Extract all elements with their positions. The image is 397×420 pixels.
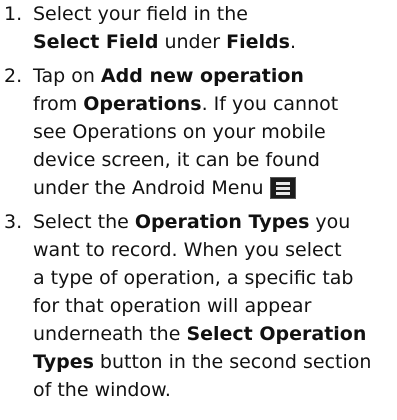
step-3-line-5: underneath the Select Operation (33, 320, 378, 348)
trailing-text: you (309, 211, 351, 233)
select-field-term: Select Field (33, 31, 159, 53)
step-3-line-7: of the window. (33, 379, 171, 401)
step-1-line-1: Select your field in the (33, 3, 248, 25)
step-3: 3. Select the Operation Types you want t… (0, 208, 378, 404)
fields-term: Fields (226, 31, 290, 53)
step-2-line-5: under the Android Menu (33, 174, 378, 202)
lead-text: underneath the (33, 323, 187, 345)
step-3-line-3: a type of operation, a specific tab (33, 267, 354, 289)
step-2-line-4: device screen, it can be found (33, 149, 320, 171)
punctuation: . (289, 31, 297, 53)
operation-types-term: Operation Types (134, 211, 310, 233)
step-number: 2. (4, 65, 23, 87)
lead-text: Select the (33, 211, 135, 233)
step-2-line-2: from Operations. If you cannot (33, 90, 378, 118)
step-2-line-1: Tap on Add new operation (33, 62, 378, 90)
step-1: 1. Select your field in the Select Field… (0, 0, 378, 56)
step-3-line-4: for that operation will appear (33, 295, 312, 317)
lead-text: under the Android Menu (33, 177, 264, 199)
select-operation-term: Select Operation (186, 323, 367, 345)
connector-text: under (158, 31, 227, 53)
trailing-text: button in the second section (93, 351, 372, 373)
types-term: Types (33, 351, 94, 373)
step-2-line-3: see Operations on your mobile (33, 121, 326, 143)
step-3-line-2: want to record. When you select (33, 239, 342, 261)
lead-text: Tap on (33, 65, 101, 87)
step-3-line-1: Select the Operation Types you (33, 208, 378, 236)
lead-text: from (33, 93, 84, 115)
step-3-line-6: Types button in the second section (33, 348, 378, 376)
step-1-line-2: Select Field under Fields. (33, 28, 378, 56)
android-menu-icon (269, 177, 296, 199)
operations-term: Operations (83, 93, 202, 115)
add-new-operation-term: Add new operation (100, 65, 304, 87)
instruction-steps: 1. Select your field in the Select Field… (0, 0, 397, 404)
step-number: 1. (4, 3, 23, 25)
trailing-text: . If you cannot (201, 93, 339, 115)
step-number: 3. (4, 211, 23, 233)
step-2: 2. Tap on Add new operation from Operati… (0, 62, 378, 202)
